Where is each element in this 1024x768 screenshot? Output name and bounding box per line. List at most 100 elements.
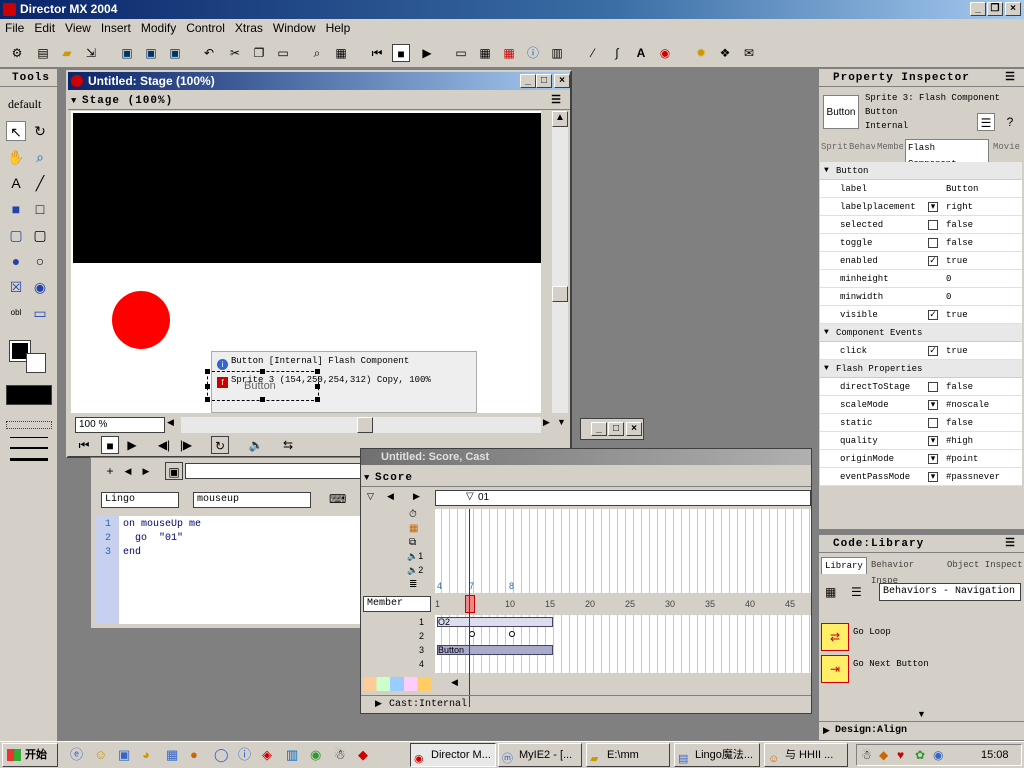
expand-icon[interactable]: ▶ xyxy=(375,698,382,709)
qq-icon[interactable]: ☺ xyxy=(94,745,107,765)
scroll-down-icon[interactable]: ▼ xyxy=(557,417,566,427)
circle-icon[interactable]: ◯ xyxy=(214,745,229,765)
rewind-icon[interactable]: ⏮ xyxy=(75,436,93,454)
info-icon[interactable]: ⓘ xyxy=(524,44,542,62)
dropdown-icon[interactable]: ▾ xyxy=(928,472,938,482)
close-button[interactable]: × xyxy=(1005,2,1021,16)
help-icon[interactable]: ? xyxy=(1001,113,1019,131)
tray-icon[interactable]: ◉ xyxy=(933,745,943,765)
panel-menu-icon[interactable]: ☰ xyxy=(551,92,562,110)
menu-view[interactable]: View xyxy=(60,19,96,38)
effects-icon[interactable]: ✹ xyxy=(692,44,710,62)
desktop-icon[interactable]: ▣ xyxy=(118,745,130,765)
ie-icon[interactable]: ⓔ xyxy=(70,745,83,765)
text-tool-icon[interactable]: A xyxy=(6,173,26,193)
prop-row-label[interactable]: label Button xyxy=(820,180,1022,198)
checkbox-checked[interactable]: ✓ xyxy=(928,310,938,320)
prop-row-quality[interactable]: quality ▾ #high xyxy=(820,432,1022,450)
script-tool-icon[interactable]: ⌨ xyxy=(329,492,346,506)
prop-value[interactable]: 0 xyxy=(946,270,951,288)
prop-value[interactable]: #point xyxy=(946,450,978,468)
stage-minimize-button[interactable]: _ xyxy=(520,74,536,88)
filled-rounded-icon[interactable]: ▢ xyxy=(6,225,26,245)
button-sprite[interactable]: Button xyxy=(205,369,320,402)
playhead[interactable] xyxy=(465,595,475,613)
save-all-icon[interactable]: ▣ xyxy=(142,44,160,62)
line-width-2[interactable] xyxy=(10,447,48,449)
score-scroll-left-icon[interactable]: ◀ xyxy=(451,677,458,688)
marker-menu-icon[interactable]: ▽ xyxy=(367,491,374,502)
library-item-go-next-button[interactable]: ⇥ Go Next Button xyxy=(821,655,1021,685)
text-icon[interactable]: A xyxy=(632,44,650,62)
handle-ml[interactable] xyxy=(205,384,210,389)
dropdown-icon[interactable]: ▾ xyxy=(928,454,938,464)
loop-icon[interactable]: ↻ xyxy=(211,436,229,454)
info-icon[interactable]: ⓘ xyxy=(238,745,251,765)
prop-row-static[interactable]: static false xyxy=(820,414,1022,432)
library-item-go-loop[interactable]: ⇄ Go Loop xyxy=(821,623,1021,653)
import-icon[interactable]: ⇲ xyxy=(82,44,100,62)
dropdown-icon[interactable]: ▾ xyxy=(928,400,938,410)
start-button[interactable]: 开始 xyxy=(2,743,58,767)
publish-icon[interactable]: ▣ xyxy=(166,44,184,62)
checkbox-checked[interactable]: ✓ xyxy=(928,256,938,266)
volume-icon[interactable]: 🔈 xyxy=(247,436,265,454)
shockwave-icon[interactable]: ◉ xyxy=(656,44,674,62)
handle-mr[interactable] xyxy=(315,384,320,389)
menu-insert[interactable]: Insert xyxy=(96,19,136,38)
scroll-left-icon[interactable]: ◀ xyxy=(167,417,174,428)
tab-library[interactable]: Library xyxy=(821,557,867,574)
bg-color-swatch[interactable] xyxy=(26,353,46,373)
cut-icon[interactable]: ✂ xyxy=(226,44,244,62)
filled-ellipse-icon[interactable]: ● xyxy=(6,251,26,271)
menu-window[interactable]: Window xyxy=(268,19,321,38)
panel-menu-icon[interactable]: ☰ xyxy=(1005,535,1016,553)
pattern-swatch[interactable] xyxy=(6,385,52,405)
line-width-3[interactable] xyxy=(10,458,48,461)
checkbox[interactable] xyxy=(928,220,938,230)
open-icon[interactable]: ▰ xyxy=(58,44,76,62)
brush-icon[interactable]: ⁄ xyxy=(584,44,602,62)
prop-row-enabled[interactable]: enabled ✓ true xyxy=(820,252,1022,270)
ellipse-icon[interactable]: ○ xyxy=(30,251,50,271)
new-cast-icon[interactable]: ▤ xyxy=(34,44,52,62)
next-marker-icon[interactable]: ▶ xyxy=(413,491,420,502)
prop-row-minwidth[interactable]: minwidth 0 xyxy=(820,288,1022,306)
play-icon[interactable]: ▶ xyxy=(123,436,141,454)
collapse-icon[interactable]: ▼ xyxy=(71,92,77,110)
member-icon[interactable]: ▣ xyxy=(165,462,183,480)
library-icon[interactable]: ❖ xyxy=(716,44,734,62)
chart-icon[interactable]: ▦ xyxy=(166,745,178,765)
prop-row-minheight[interactable]: minheight 0 xyxy=(820,270,1022,288)
scroll-thumb[interactable] xyxy=(552,286,568,302)
marker-strip[interactable]: ▽ 01 xyxy=(435,490,811,506)
library-view-icon[interactable]: ▦ xyxy=(825,585,836,599)
menu-xtras[interactable]: Xtras xyxy=(230,19,268,38)
sprite-span-2[interactable] xyxy=(469,631,513,641)
add-icon[interactable]: + xyxy=(101,462,119,480)
handle-tc[interactable] xyxy=(260,369,265,374)
app-icon[interactable]: ◈ xyxy=(262,745,272,765)
handle-tr[interactable] xyxy=(315,369,320,374)
menu-file[interactable]: File xyxy=(0,19,29,38)
prop-value[interactable]: #passnever xyxy=(946,468,1000,486)
stop-icon[interactable]: ■ xyxy=(101,436,119,454)
checkbox[interactable] xyxy=(928,238,938,248)
prop-value[interactable]: #high xyxy=(946,432,973,450)
prop-value[interactable]: 0 xyxy=(946,288,951,306)
stop-icon[interactable]: ■ xyxy=(392,44,410,62)
tab-member[interactable]: Membe xyxy=(877,139,903,155)
handle-bc[interactable] xyxy=(260,397,265,402)
section-flash-properties[interactable]: ▼ Flash Properties xyxy=(820,360,1022,378)
color-chips[interactable] xyxy=(363,677,431,691)
dropdown-icon[interactable]: ▾ xyxy=(928,202,938,212)
library-list-icon[interactable]: ☰ xyxy=(851,585,862,599)
tab-sprite[interactable]: Sprit xyxy=(821,139,847,155)
prop-row-scalemode[interactable]: scaleMode ▾ #noscale xyxy=(820,396,1022,414)
score-close-button[interactable]: × xyxy=(626,422,642,436)
prop-row-labelplacement[interactable]: labelplacement ▾ right xyxy=(820,198,1022,216)
prop-value[interactable]: right xyxy=(946,198,973,216)
tray-icon[interactable]: ♥ xyxy=(897,745,904,765)
next-icon[interactable]: ▶ xyxy=(137,462,155,480)
step-forward-icon[interactable]: |▶ xyxy=(177,436,195,454)
